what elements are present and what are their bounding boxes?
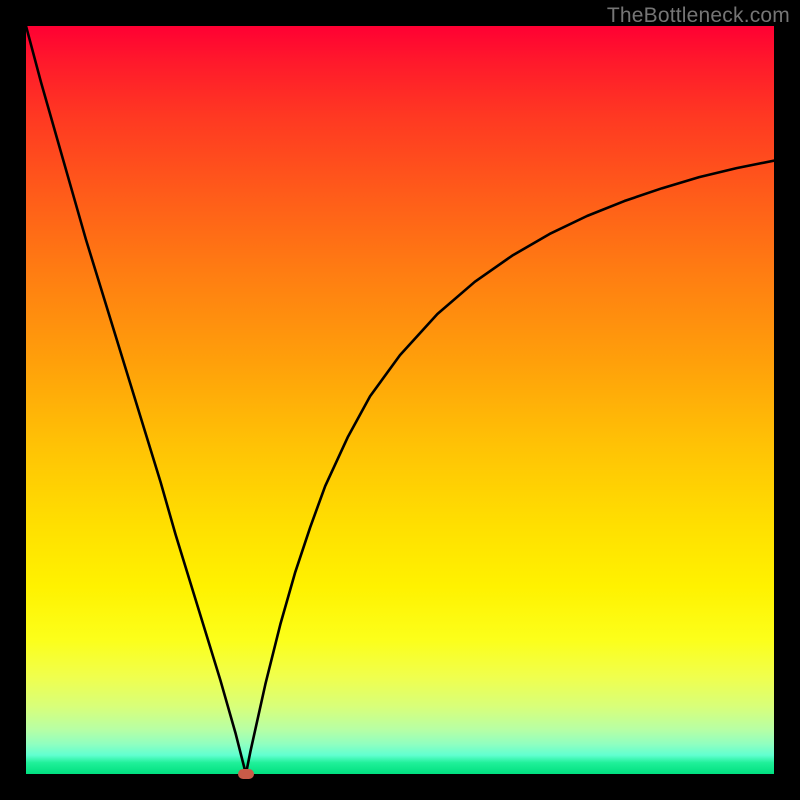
chart-frame: TheBottleneck.com <box>0 0 800 800</box>
plot-area <box>26 26 774 774</box>
watermark-text: TheBottleneck.com <box>607 4 790 28</box>
optimum-marker <box>238 769 254 779</box>
bottleneck-curve <box>26 26 774 774</box>
